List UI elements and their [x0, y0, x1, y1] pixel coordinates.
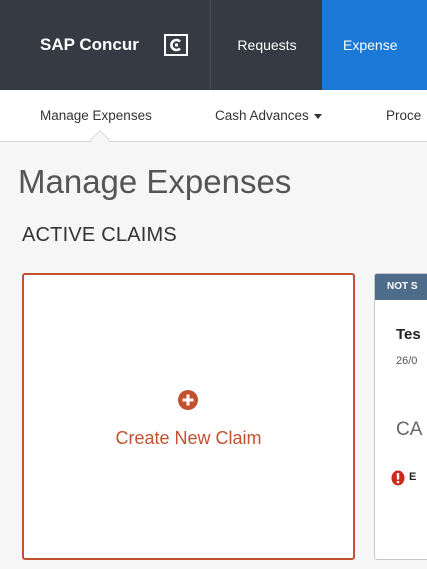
subnav-manage-expenses[interactable]: Manage Expenses: [40, 108, 152, 123]
concur-c-icon: [164, 34, 188, 56]
top-navigation-bar: SAP Concur Requests Expense: [0, 0, 427, 90]
brand-name: SAP Concur: [40, 35, 139, 54]
brand-logo-area[interactable]: SAP Concur: [0, 0, 211, 90]
section-title-active-claims: ACTIVE CLAIMS: [22, 224, 177, 246]
create-new-claim-label: Create New Claim: [115, 428, 262, 448]
nav-tab-requests[interactable]: Requests: [212, 0, 322, 90]
claim-name[interactable]: Tes: [396, 326, 421, 343]
claim-alert-text: E: [409, 471, 417, 483]
create-new-claim-card[interactable]: Create New Claim: [22, 273, 355, 560]
claim-status-badge: NOT S: [375, 274, 427, 300]
claim-date: 26/0: [396, 355, 418, 367]
exclamation-circle-icon: [391, 470, 405, 486]
nav-tab-expense[interactable]: Expense: [322, 0, 427, 90]
claim-card[interactable]: NOT S Tes 26/0 CA E: [374, 273, 427, 560]
claim-amount: CA: [396, 419, 423, 440]
subnav-process[interactable]: Proce: [386, 108, 421, 123]
caret-down-icon: [313, 113, 322, 119]
plus-circle-icon: [178, 390, 198, 410]
sub-navigation-bar: Manage Expenses Cash Advances Proce: [0, 90, 427, 142]
subnav-cash-advances[interactable]: Cash Advances: [215, 108, 322, 123]
subnav-cash-advances-label: Cash Advances: [215, 108, 309, 123]
page-title: Manage Expenses: [18, 163, 292, 200]
